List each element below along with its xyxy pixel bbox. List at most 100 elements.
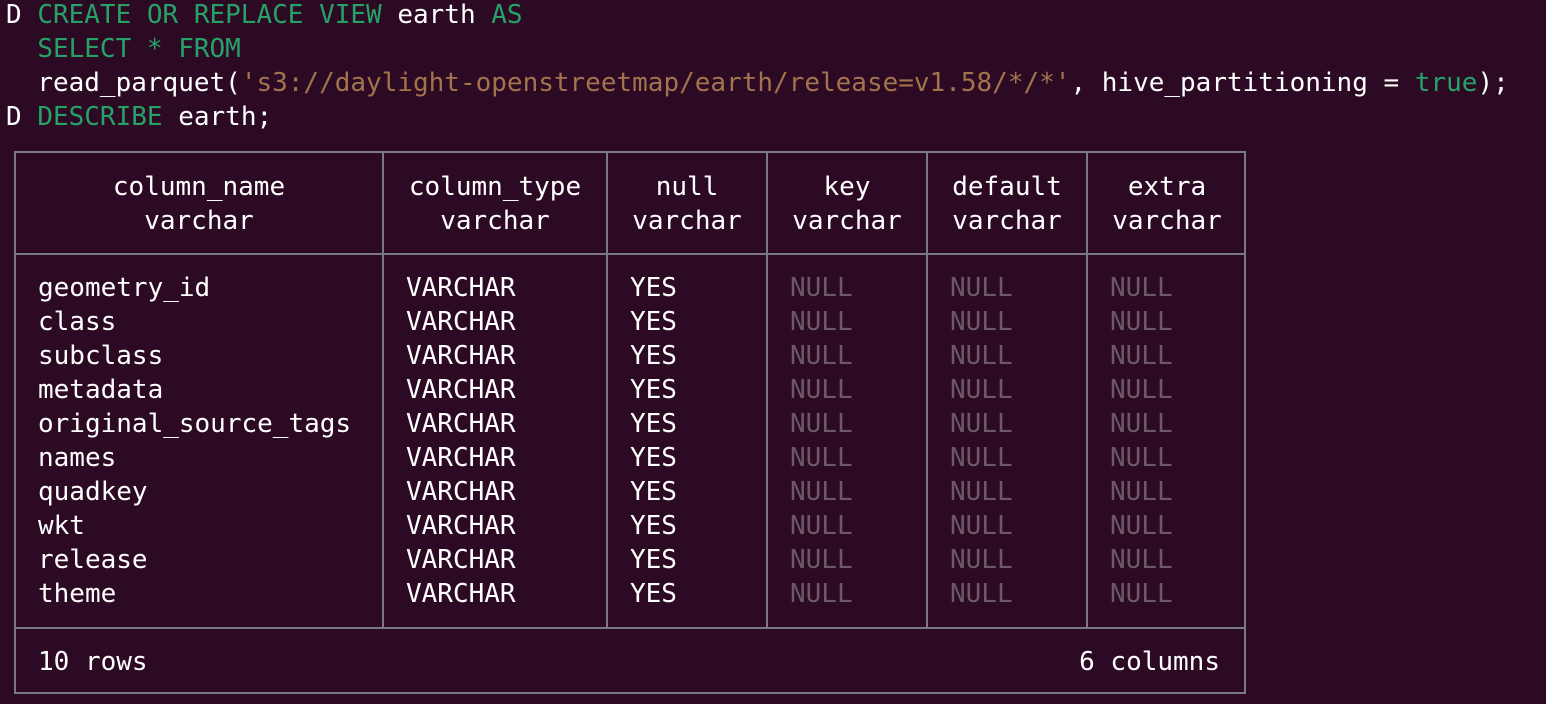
sql-end: ); — [1477, 68, 1509, 98]
cell-extra: NULL — [1110, 307, 1173, 337]
prompt-marker: D — [6, 0, 22, 30]
column-count: 6 columns — [1079, 647, 1220, 677]
cell-key: NULL — [790, 273, 853, 303]
cell-key: NULL — [790, 579, 853, 609]
cell-default: NULL — [950, 477, 1013, 507]
cell-extra: NULL — [1110, 273, 1173, 303]
cell-extra: NULL — [1110, 477, 1173, 507]
sql-string: 's3://daylight-openstreetmap/earth/relea… — [240, 68, 1071, 98]
cell-null: YES — [630, 409, 677, 439]
prompt-marker: D — [6, 102, 22, 132]
cell-key: NULL — [790, 341, 853, 371]
row-count: 10 rows — [38, 647, 148, 677]
cell-column-type: VARCHAR — [406, 477, 516, 507]
header-label: key — [823, 172, 871, 202]
sql-line-create-view: D CREATE OR REPLACE VIEW earth AS — [6, 0, 523, 32]
sql-boolean: true — [1414, 68, 1478, 98]
cell-default: NULL — [950, 341, 1013, 371]
header-label: extra — [1127, 172, 1207, 202]
cell-extra: NULL — [1110, 545, 1173, 575]
header-column-type: column_typevarchar — [384, 170, 606, 238]
cell-extra: NULL — [1110, 409, 1173, 439]
sql-keyword: DESCRIBE — [37, 102, 163, 132]
cell-default: NULL — [950, 273, 1013, 303]
cell-column-name: metadata — [38, 375, 164, 405]
cell-null: YES — [630, 545, 677, 575]
cell-column-type: VARCHAR — [406, 307, 516, 337]
cell-column-type: VARCHAR — [406, 375, 516, 405]
cell-column-type: VARCHAR — [406, 545, 516, 575]
header-default: default varchar — [928, 170, 1086, 238]
cell-column-type: VARCHAR — [406, 341, 516, 371]
cell-default: NULL — [950, 545, 1013, 575]
cell-default: NULL — [950, 307, 1013, 337]
cell-default: NULL — [950, 375, 1013, 405]
cell-extra: NULL — [1110, 511, 1173, 541]
sql-function: read_parquet( — [37, 68, 241, 98]
header-label: column_type — [408, 172, 582, 202]
cell-key: NULL — [790, 409, 853, 439]
header-type: varchar — [792, 206, 902, 236]
result-table: column_namevarchar column_typevarchar nu… — [14, 151, 1246, 694]
cell-extra: NULL — [1110, 341, 1173, 371]
cell-extra: NULL — [1110, 443, 1173, 473]
cell-default: NULL — [950, 511, 1013, 541]
cell-default: NULL — [950, 579, 1013, 609]
cell-column-type: VARCHAR — [406, 273, 516, 303]
header-type: varchar — [440, 206, 550, 236]
cell-key: NULL — [790, 307, 853, 337]
sql-keyword: AS — [491, 0, 523, 30]
cell-column-name: subclass — [38, 341, 164, 371]
cell-key: NULL — [790, 545, 853, 575]
sql-keyword: SELECT * FROM — [37, 34, 241, 64]
sql-identifier: earth — [381, 0, 492, 30]
cell-default: NULL — [950, 443, 1013, 473]
header-null: null varchar — [608, 170, 766, 238]
cell-key: NULL — [790, 375, 853, 405]
cell-column-name: original_source_tags — [38, 409, 352, 439]
cell-default: NULL — [950, 409, 1013, 439]
cell-null: YES — [630, 511, 677, 541]
cell-column-name: wkt — [38, 511, 85, 541]
header-label: column_name — [112, 172, 286, 202]
cell-column-type: VARCHAR — [406, 579, 516, 609]
sql-keyword: CREATE OR REPLACE VIEW — [37, 0, 382, 30]
header-label: null — [655, 172, 719, 202]
cell-extra: NULL — [1110, 579, 1173, 609]
sql-line-select: SELECT * FROM — [6, 32, 241, 66]
sql-line-read-parquet: read_parquet('s3://daylight-openstreetma… — [6, 66, 1509, 100]
header-type: varchar — [144, 206, 254, 236]
cell-null: YES — [630, 273, 677, 303]
cell-null: YES — [630, 307, 677, 337]
footer-divider — [16, 627, 1244, 629]
cell-null: YES — [630, 579, 677, 609]
cell-column-type: VARCHAR — [406, 511, 516, 541]
cell-null: YES — [630, 443, 677, 473]
cell-column-name: class — [38, 307, 117, 337]
cell-column-type: VARCHAR — [406, 443, 516, 473]
cell-key: NULL — [790, 443, 853, 473]
header-divider — [16, 253, 1244, 255]
cell-key: NULL — [790, 511, 853, 541]
cell-null: YES — [630, 341, 677, 371]
header-key: key varchar — [768, 170, 926, 238]
cell-extra: NULL — [1110, 375, 1173, 405]
sql-identifier: earth; — [162, 102, 273, 132]
header-type: varchar — [952, 206, 1062, 236]
sql-line-describe: D DESCRIBE earth; — [6, 100, 272, 134]
cell-column-name: release — [38, 545, 148, 575]
cell-column-name: theme — [38, 579, 117, 609]
cell-null: YES — [630, 477, 677, 507]
cell-null: YES — [630, 375, 677, 405]
sql-args: , hive_partitioning = — [1070, 68, 1415, 98]
cell-column-name: geometry_id — [38, 273, 211, 303]
cell-key: NULL — [790, 477, 853, 507]
cell-column-name: quadkey — [38, 477, 148, 507]
cell-column-type: VARCHAR — [406, 409, 516, 439]
header-extra: extra varchar — [1088, 170, 1246, 238]
header-column-name: column_namevarchar — [16, 170, 382, 238]
header-label: default — [952, 172, 1062, 202]
header-type: varchar — [1112, 206, 1222, 236]
cell-column-name: names — [38, 443, 117, 473]
header-type: varchar — [632, 206, 742, 236]
